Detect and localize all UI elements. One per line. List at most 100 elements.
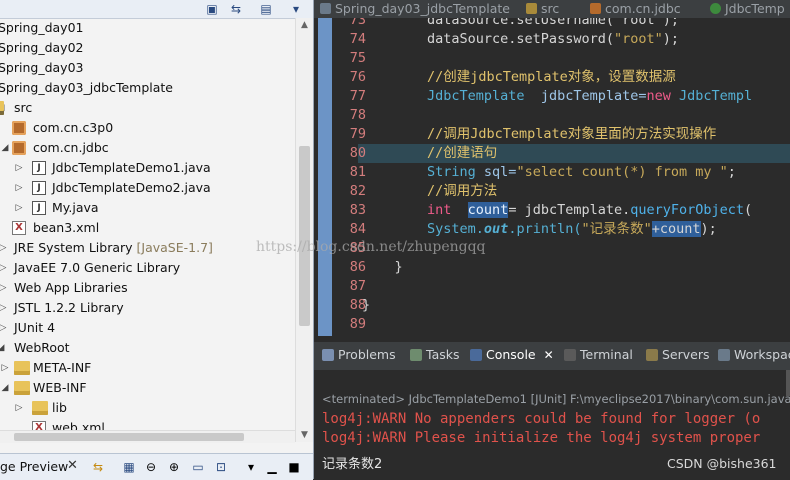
- line-number-gutter: 73 74 75 76 77 78 79 80 81 82 83 84 85 8…: [332, 18, 366, 336]
- tree-item-label: JdbcTemplateDemo1.java: [52, 160, 211, 175]
- servers-icon: [646, 349, 658, 361]
- view-menu-icon[interactable]: ▤: [258, 1, 274, 17]
- collapsed-arrow-icon[interactable]: ▷: [14, 178, 24, 198]
- collapsed-arrow-icon[interactable]: ▷: [0, 318, 8, 338]
- tree-item-label: WebRoot: [14, 340, 70, 355]
- java-file-icon: J: [32, 201, 46, 215]
- terminal-icon: [564, 349, 576, 361]
- tab-console[interactable]: Console ✕: [470, 347, 554, 362]
- zoom-in-icon[interactable]: ⊕: [166, 459, 182, 475]
- expanded-arrow-icon[interactable]: ◢: [0, 378, 10, 398]
- line-number: 74: [349, 31, 366, 47]
- line-number: 86: [349, 259, 366, 275]
- project-icon: [320, 3, 331, 14]
- tree-item-label: WEB-INF: [33, 380, 87, 395]
- collapsed-arrow-icon[interactable]: ▷: [14, 158, 24, 178]
- line-number: 87: [349, 278, 366, 294]
- line-number: 79: [349, 126, 366, 142]
- source-folder-icon: [526, 3, 537, 14]
- tab-servers[interactable]: Servers: [646, 347, 710, 362]
- close-icon[interactable]: ✕: [544, 348, 554, 362]
- breadcrumb-class[interactable]: JdbcTemp: [710, 0, 785, 18]
- xml-file-icon: X: [32, 421, 46, 430]
- code-editor[interactable]: 73 74 75 76 77 78 79 80 81 82 83 84 85 8…: [314, 18, 790, 336]
- code-line-76: //创建jdbcTemplate对象，设置数据源: [362, 69, 676, 85]
- close-icon[interactable]: ✕: [67, 458, 78, 473]
- tree-item-label: Spring_day02: [0, 40, 84, 55]
- console-icon: [470, 349, 482, 361]
- csdn-watermark: CSDN @bishe361: [667, 456, 777, 471]
- breadcrumb-project[interactable]: Spring_day03_jdbcTemplate: [320, 0, 510, 18]
- collapsed-arrow-icon[interactable]: ▷: [14, 398, 24, 418]
- explorer-horizontal-scrollbar[interactable]: [0, 430, 295, 443]
- actual-size-icon[interactable]: ▭: [190, 459, 206, 475]
- collapsed-arrow-icon[interactable]: ▷: [0, 238, 8, 258]
- image-icon[interactable]: ▦: [121, 459, 137, 475]
- console-log-line: log4j:WARN Please initialize the log4j s…: [322, 430, 761, 446]
- code-line-74: dataSource.setPassword("root");: [362, 31, 680, 47]
- maximize-icon[interactable]: ■: [286, 459, 302, 475]
- line-number: 75: [349, 50, 366, 66]
- chevron-down-icon[interactable]: ▾: [288, 1, 304, 17]
- change-ruler: [318, 18, 332, 336]
- line-number: 81: [349, 164, 366, 180]
- scrollbar-thumb[interactable]: [299, 146, 310, 326]
- tab-tasks[interactable]: Tasks: [410, 347, 460, 362]
- sync-icon[interactable]: ⇆: [90, 459, 106, 475]
- code-line-79: //调用JdbcTemplate对象里面的方法实现操作: [362, 126, 717, 142]
- code-line-73: dataSource.setUsername("root");: [362, 18, 679, 28]
- expanded-arrow-icon[interactable]: ◢: [0, 338, 6, 358]
- collapsed-arrow-icon[interactable]: ▷: [0, 278, 8, 298]
- tasks-icon: [410, 349, 422, 361]
- collapse-all-icon[interactable]: ▣: [204, 1, 220, 17]
- tab-problems[interactable]: Problems: [322, 347, 396, 362]
- line-number: 88: [349, 297, 366, 313]
- scroll-down-arrow-icon[interactable]: ▼: [296, 428, 313, 442]
- folder-icon: [32, 401, 48, 415]
- preview-tabbar: ge Preview ✕ ⇆ ▦ ⊖ ⊕ ▭ ⊡ ▾ ▁ ■: [0, 453, 313, 480]
- project-tree: Spring_day01 Spring_day02 Spring_day03 S…: [0, 18, 295, 430]
- collapsed-arrow-icon[interactable]: ▷: [14, 198, 24, 218]
- scrollbar-thumb[interactable]: [14, 433, 244, 441]
- explorer-vertical-scrollbar[interactable]: ▲ ▼: [295, 18, 313, 442]
- package-icon: [12, 121, 26, 135]
- console-status: <terminated> JdbcTemplateDemo1 [JUnit] F…: [322, 392, 790, 406]
- line-number: 77: [349, 88, 366, 104]
- collapsed-arrow-icon[interactable]: ▷: [0, 358, 10, 378]
- tree-item-label: Spring_day03_jdbcTemplate: [0, 80, 173, 95]
- explorer-toolbar: ▣ ⇆ ▤ ▾: [0, 0, 313, 19]
- minimize-icon[interactable]: ▁: [264, 459, 280, 475]
- breadcrumb-src[interactable]: src: [526, 0, 559, 18]
- link-editor-icon[interactable]: ⇆: [228, 1, 244, 17]
- breadcrumb-package[interactable]: com.cn.jdbc: [590, 0, 681, 18]
- line-number: 82: [349, 183, 366, 199]
- tree-item-label: JSTL 1.2.2 Library: [14, 300, 124, 315]
- collapsed-arrow-icon[interactable]: ▷: [0, 258, 8, 278]
- tab-terminal[interactable]: Terminal: [564, 347, 633, 362]
- zoom-out-icon[interactable]: ⊖: [143, 459, 159, 475]
- tab-workspace[interactable]: Workspac: [718, 347, 790, 362]
- tree-item-label: JavaEE 7.0 Generic Library: [14, 260, 181, 275]
- problems-icon: [322, 349, 334, 361]
- code-line-80: //创建语句: [362, 145, 498, 161]
- tab-image-preview[interactable]: ge Preview: [0, 459, 68, 474]
- console-output-line: 记录条数2: [322, 457, 383, 472]
- code-line-82: //调用方法: [362, 183, 498, 199]
- console-tabbar: Problems Tasks Console ✕ Terminal Server…: [314, 342, 790, 370]
- fit-icon[interactable]: ⊡: [213, 459, 229, 475]
- line-number: 73: [349, 18, 366, 28]
- folder-icon: [14, 381, 30, 395]
- collapsed-arrow-icon[interactable]: ▷: [0, 298, 8, 318]
- code-line-86: }: [362, 259, 403, 275]
- chevron-down-icon[interactable]: ▾: [243, 459, 259, 475]
- line-number: 80: [349, 145, 366, 161]
- console-log-line: log4j:WARN No appenders could be found f…: [322, 411, 761, 427]
- scroll-up-arrow-icon[interactable]: ▲: [296, 18, 313, 32]
- tree-item-label: src: [14, 100, 33, 115]
- code-line-83: int count= jdbcTemplate.queryForObject(: [362, 202, 753, 218]
- java-file-icon: J: [32, 161, 46, 175]
- folder-icon: [14, 361, 30, 375]
- expanded-arrow-icon[interactable]: ◢: [0, 138, 10, 158]
- jre-version-label: [JavaSE-1.7]: [136, 240, 213, 255]
- source-folder-icon: [0, 101, 4, 115]
